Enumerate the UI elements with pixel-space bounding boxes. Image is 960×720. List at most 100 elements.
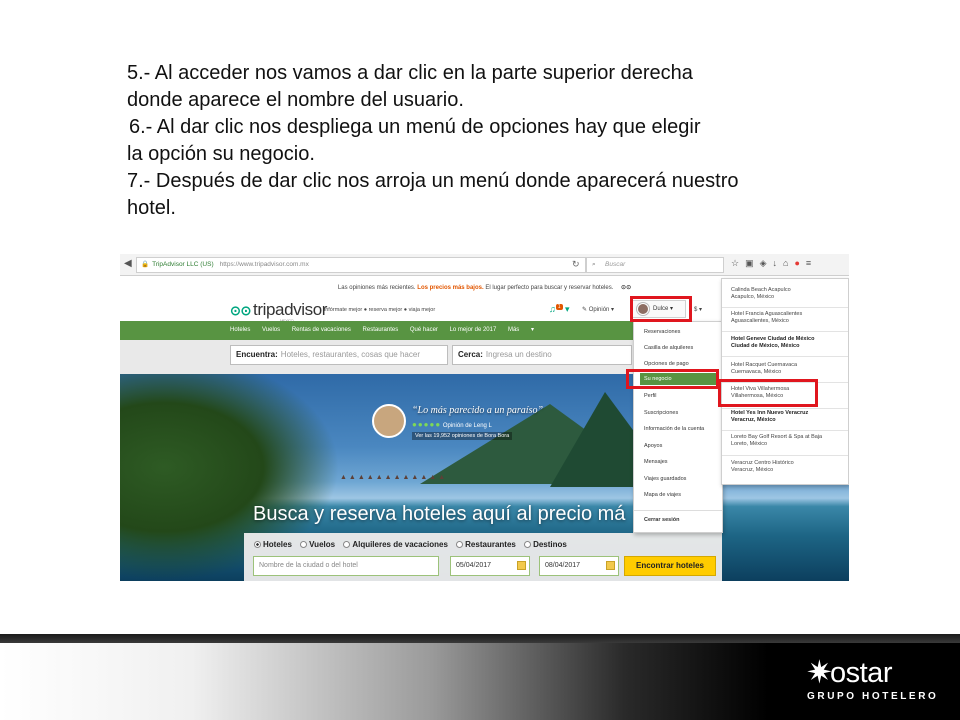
calendar-icon[interactable] [606, 561, 615, 570]
hotel-city: Aguascalientes, México [731, 318, 789, 324]
city-input[interactable]: Nombre de la ciudad o del hotel [253, 556, 439, 576]
menu-item-reservaciones[interactable]: Reservaciones [644, 329, 680, 335]
hotel-name: Hotel Geneve Ciudad de México [731, 336, 815, 342]
hotel-city: Cuernavaca, México [731, 369, 782, 375]
menu-item-cerrar-sesion[interactable]: Cerrar sesión [644, 517, 679, 523]
near-placeholder: Ingresa un destino [485, 350, 552, 359]
radio-hoteles[interactable]: Hoteles [254, 540, 292, 549]
menu-divider [722, 455, 848, 456]
nav-que-hacer[interactable]: Qué hacer [410, 327, 438, 333]
radio-destinos[interactable]: Destinos [524, 540, 567, 549]
checkin-input[interactable]: 05/04/2017 [450, 556, 530, 576]
rating-bubbles-icon: ●●●●● [412, 420, 442, 429]
clipboard-icon[interactable]: ▣ [745, 258, 760, 268]
menu-item-suscripciones[interactable]: Suscripciones [644, 410, 678, 416]
tripadvisor-screenshot: ◀ 🔒 TripAdvisor LLC (US) https://www.tripa… [120, 254, 849, 581]
download-icon[interactable]: ↓ [773, 258, 784, 268]
currency-symbol: $ [694, 307, 698, 313]
rating-author: Opinión de Leng L [442, 423, 492, 429]
hotel-city: Veracruz, México [731, 467, 774, 473]
hotel-name: Veracruz Centro Histórico [731, 460, 794, 466]
find-input[interactable]: Encuentra: Hoteles, restaurantes, cosas q… [230, 345, 448, 365]
menu-item-mapa[interactable]: Mapa de viajes [644, 492, 681, 498]
hotel-item[interactable]: Hotel Racquet Cuernavaca Cuernavaca, Méxi… [731, 362, 849, 376]
menu-divider [722, 430, 848, 431]
instructions-text: 5.- Al acceder nos vamos a dar clic en l… [127, 60, 887, 222]
instruction-line: 7.- Después de dar clic nos arroja un me… [127, 170, 739, 192]
highlight-user-button [630, 296, 692, 322]
menu-item-perfil[interactable]: Perfil [644, 393, 657, 399]
hotel-item[interactable]: Hotel Geneve Ciudad de México Ciudad de M… [731, 336, 849, 350]
home-icon[interactable]: ⌂ [783, 258, 794, 268]
menu-divider [722, 408, 848, 409]
highlight-su-negocio [626, 369, 719, 389]
nav-rentas[interactable]: Rentas de vacaciones [292, 327, 351, 333]
banner-text-end: El lugar perfecto para buscar y reservar… [485, 285, 614, 291]
menu-item-casilla[interactable]: Casilla de alquileres [644, 345, 693, 351]
menu-item-viajes[interactable]: Viajes guardados [644, 476, 686, 482]
address-bar[interactable]: 🔒 TripAdvisor LLC (US) https://www.tripadv… [136, 257, 586, 273]
star-icon: ✷ [806, 654, 833, 690]
write-review-button[interactable]: ✎ Opinión ▾ [582, 306, 614, 313]
bungalows: ▲▲▲▲▲▲▲▲▲▲▲▲ [340, 474, 448, 481]
nav-lo-mejor[interactable]: Lo mejor de 2017 [450, 327, 497, 333]
menu-item-cuenta[interactable]: Información de la cuenta [644, 426, 704, 432]
back-arrow-icon[interactable]: ◀ [124, 259, 132, 269]
nav-vuelos[interactable]: Vuelos [262, 327, 280, 333]
hotel-name: Hotel Yes Inn Nuevo Veracruz [731, 410, 809, 416]
pinterest-icon[interactable]: ● [794, 258, 805, 268]
logo-text: tripadvisor [253, 300, 328, 319]
radio-vuelos[interactable]: Vuelos [300, 540, 335, 549]
hotel-city: Ciudad de México, México [731, 343, 800, 349]
url-text: https://www.tripadvisor.com.mx [219, 261, 309, 268]
browser-search-input[interactable]: ⌕ Buscar [586, 257, 724, 273]
hotel-item[interactable]: Hotel Yes Inn Nuevo Veracruz Veracruz, Mé… [731, 410, 849, 424]
nav-hoteles[interactable]: Hoteles [230, 327, 250, 333]
hotel-city: Loreto, México [731, 441, 768, 447]
find-label: Encuentra: [236, 350, 278, 359]
menu-item-opciones-pago[interactable]: Opciones de pago [644, 361, 689, 367]
menu-divider [634, 510, 722, 511]
menu-item-mensajes[interactable]: Mensajes [644, 459, 668, 465]
currency-selector[interactable]: $ ▾ [694, 306, 702, 313]
nav-restaurantes[interactable]: Restaurantes [363, 327, 399, 333]
hotel-name: Loreto Bay Golf Resort & Spa at Baja [731, 434, 823, 440]
menu-divider [722, 331, 848, 332]
tagline: infórmate mejor ● reserva mejor ● viaja … [324, 307, 436, 313]
find-hotels-button[interactable]: Encontrar hoteles [624, 556, 716, 576]
nav-mas[interactable]: Más ▾ [508, 327, 534, 333]
brand-subtitle: GRUPO HOTELERO [807, 691, 939, 702]
hero-title: Busca y reserva hoteles aquí al precio m… [253, 503, 626, 525]
checkout-input[interactable]: 08/04/2017 [539, 556, 619, 576]
browser-search-placeholder: Buscar [605, 261, 626, 268]
reload-icon[interactable]: ↻ [572, 259, 580, 270]
bookmark-star-icon[interactable]: ☆ [731, 258, 745, 268]
calendar-icon[interactable] [517, 561, 526, 570]
tripadvisor-logo[interactable]: ⊙⊙tripadvisor MEXICO [230, 300, 328, 323]
hero-reviews-link[interactable]: Ver las 19,952 opiniones de Bora Bora [412, 432, 513, 440]
footer-rule [0, 634, 960, 643]
near-label: Cerca: [458, 350, 483, 359]
radio-alquileres[interactable]: Alquileres de vacaciones [343, 540, 448, 549]
reviewer-avatar [372, 404, 406, 438]
find-placeholder: Hoteles, restaurantes, cosas que hacer [280, 350, 420, 359]
booking-form: Hoteles Vuelos Alquileres de vacaciones … [244, 533, 722, 581]
browser-toolbar: ◀ 🔒 TripAdvisor LLC (US) https://www.tripa… [120, 254, 849, 276]
owl-logo-icon: ⊙⊙ [621, 285, 632, 291]
near-input[interactable]: Cerca: Ingresa un destino [452, 345, 632, 365]
notifications-button[interactable]: ♫ 1 ▾ [549, 304, 570, 315]
menu-divider [722, 356, 848, 357]
hotel-item[interactable]: Veracruz Centro Histórico Veracruz, Méxic… [731, 460, 849, 474]
browser-tools: ☆▣◈↓⌂●≡ [731, 258, 817, 269]
hotel-name: Hotel Francia Aguascalientes [731, 311, 803, 317]
pocket-icon[interactable]: ◈ [760, 258, 773, 268]
hotel-item[interactable]: Hotel Francia Aguascalientes Aguascalient… [731, 311, 849, 325]
hotel-item[interactable]: Calinda Beach Acapulco Acapulco, México [731, 287, 849, 301]
hotel-item[interactable]: Loreto Bay Golf Resort & Spa at Baja Lore… [731, 434, 849, 448]
menu-icon[interactable]: ≡ [806, 258, 817, 268]
notifications-icon: ♫ [549, 304, 556, 314]
radio-restaurantes[interactable]: Restaurantes [456, 540, 516, 549]
opinion-label: Opinión [588, 307, 610, 313]
menu-item-apoyos[interactable]: Apoyos [644, 443, 662, 449]
highlight-hotel [718, 379, 818, 407]
